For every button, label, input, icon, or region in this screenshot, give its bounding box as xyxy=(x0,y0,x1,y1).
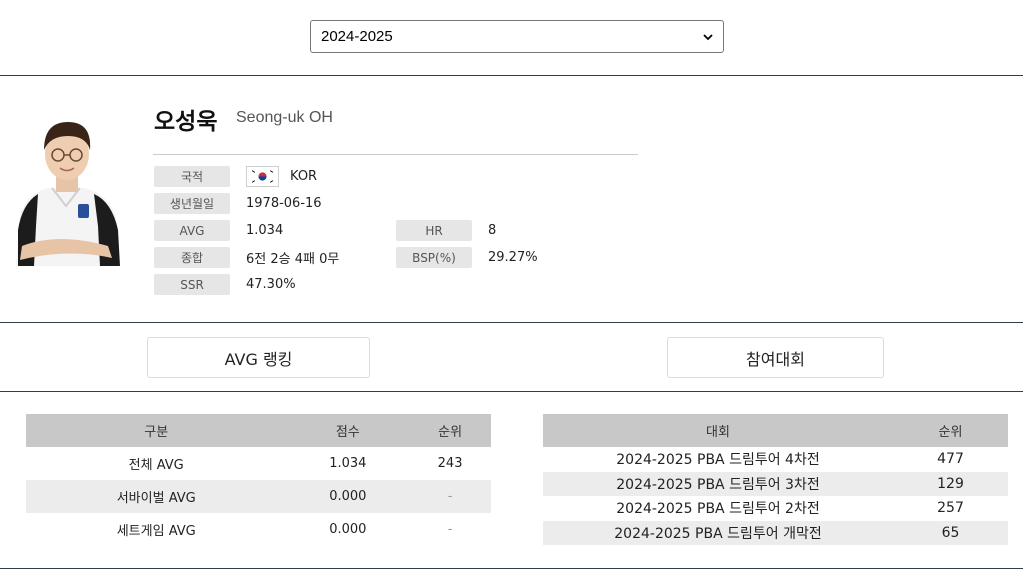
birth-label: 생년월일 xyxy=(154,193,230,214)
column-header: 순위 xyxy=(893,414,1008,447)
avg-ranking-table: 구분 점수 순위 전체 AVG 1.034 243 서바이벌 AVG 0.000… xyxy=(26,414,491,546)
divider xyxy=(0,568,1023,569)
table-row[interactable]: 2024-2025 PBA 드림투어 4차전 477 xyxy=(543,447,1008,472)
divider xyxy=(0,322,1023,323)
ssr-label: SSR xyxy=(154,274,230,295)
name-divider xyxy=(153,154,638,155)
nationality-value: KOR xyxy=(290,169,318,184)
tournament-rank: 65 xyxy=(893,520,1008,545)
column-header: 순위 xyxy=(409,414,491,447)
season-select-value: 2024-2025 xyxy=(321,28,393,45)
tournament-name[interactable]: 2024-2025 PBA 드림투어 4차전 xyxy=(543,447,893,472)
tournament-rank: 477 xyxy=(937,451,964,468)
table-cell: - xyxy=(409,480,491,513)
tournament-table: 대회 순위 2024-2025 PBA 드림투어 4차전 477 2024-20… xyxy=(543,414,1008,545)
bsp-value: 29.27% xyxy=(488,250,538,265)
table-cell: 243 xyxy=(437,456,463,471)
record-label: 종합 xyxy=(154,247,230,268)
bsp-label: BSP(%) xyxy=(396,247,472,268)
table-row[interactable]: 2024-2025 PBA 드림투어 3차전 129 xyxy=(543,471,1008,496)
table-cell: 0.000 xyxy=(329,522,367,537)
table-header-row: 대회 순위 xyxy=(543,414,1008,447)
table-cell: 1.034 xyxy=(329,456,367,471)
player-photo xyxy=(16,122,120,266)
tournament-name[interactable]: 2024-2025 PBA 드림투어 2차전 xyxy=(543,496,893,521)
tournament-name[interactable]: 2024-2025 PBA 드림투어 3차전 xyxy=(543,471,893,496)
tab-tournaments[interactable]: 참여대회 xyxy=(667,337,884,378)
player-profile: 오성욱 Seong-uk OH 국적 KOR 생년월일 1978-06-16 A… xyxy=(0,76,1023,322)
hr-label: HR xyxy=(396,220,472,241)
player-name-en: Seong-uk OH xyxy=(236,109,333,126)
chevron-down-icon xyxy=(703,33,713,40)
nationality-label: 국적 xyxy=(154,166,230,187)
table-row: 세트게임 AVG 0.000 - xyxy=(26,513,491,546)
table-cell: 서바이벌 AVG xyxy=(26,480,287,513)
tab-avg-ranking[interactable]: AVG 랭킹 xyxy=(147,337,370,378)
player-name-ko: 오성욱 xyxy=(154,109,218,135)
birth-value: 1978-06-16 xyxy=(246,196,322,211)
tournament-name[interactable]: 2024-2025 PBA 드림투어 개막전 xyxy=(543,520,893,545)
avg-label: AVG xyxy=(154,220,230,241)
table-cell: - xyxy=(447,522,453,537)
column-header: 구분 xyxy=(26,414,287,447)
column-header: 점수 xyxy=(286,414,410,447)
tournament-rank: 129 xyxy=(893,471,1008,496)
avg-value: 1.034 xyxy=(246,223,284,238)
table-header-row: 구분 점수 순위 xyxy=(26,414,491,447)
table-cell: 세트게임 AVG xyxy=(116,524,196,539)
ssr-value: 47.30% xyxy=(246,277,296,292)
korea-flag-icon xyxy=(246,166,279,187)
table-row: 전체 AVG 1.034 243 xyxy=(26,447,491,480)
table-row: 서바이벌 AVG 0.000 - xyxy=(26,480,491,513)
table-cell: 0.000 xyxy=(286,480,410,513)
table-cell: 전체 AVG xyxy=(128,458,184,473)
record-value: 6전 2승 4패 0무 xyxy=(246,252,340,267)
hr-value: 8 xyxy=(488,223,497,238)
column-header: 대회 xyxy=(543,414,893,447)
season-select[interactable]: 2024-2025 xyxy=(310,20,724,53)
tournament-rank: 257 xyxy=(937,500,964,517)
divider xyxy=(0,391,1023,392)
season-selector-area: 2024-2025 xyxy=(0,0,1023,75)
table-row[interactable]: 2024-2025 PBA 드림투어 2차전 257 xyxy=(543,496,1008,521)
table-row[interactable]: 2024-2025 PBA 드림투어 개막전 65 xyxy=(543,520,1008,545)
